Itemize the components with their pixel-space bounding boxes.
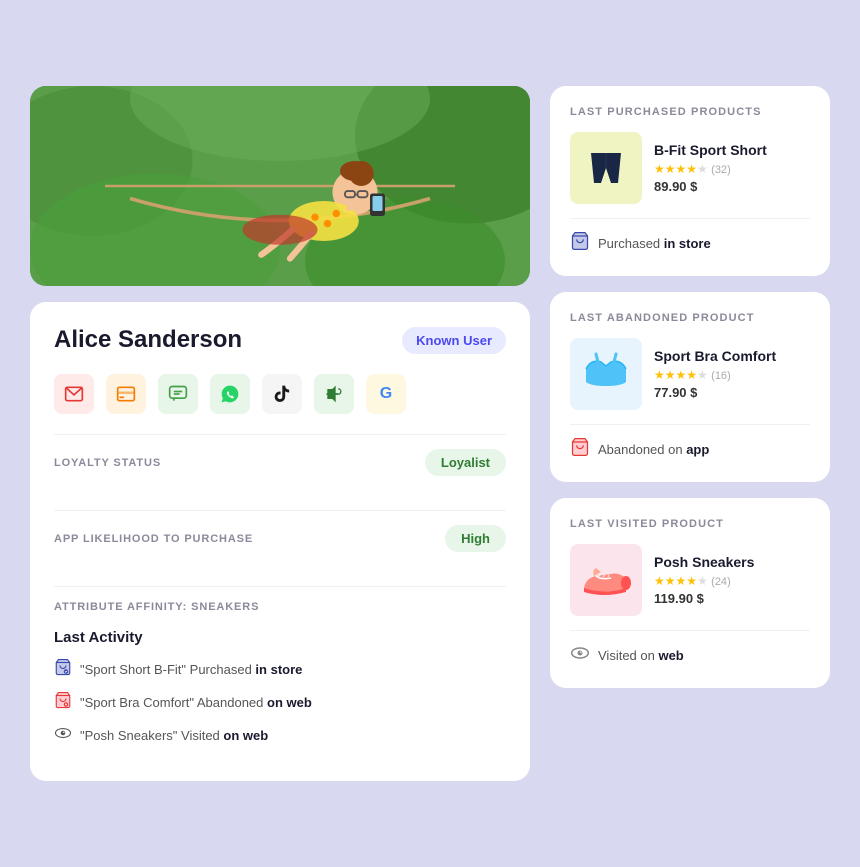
activity-item-1: "Sport Short B-Fit" Purchased in store <box>54 658 506 681</box>
store-icon <box>570 231 590 251</box>
profile-name: Alice Sanderson <box>54 326 242 354</box>
bra-svg <box>576 344 636 404</box>
visited-stars: ★★★★★ (24) <box>654 574 810 588</box>
purchased-product-info: B-Fit Sport Short ★★★★★ (32) 89.90 $ <box>654 142 810 194</box>
visit-action-icon <box>570 643 590 668</box>
shorts-svg <box>576 138 636 198</box>
abandoned-stars: ★★★★★ (16) <box>654 368 810 382</box>
loyalty-label: LOYALTY STATUS <box>54 457 161 469</box>
channel-tiktok[interactable] <box>262 374 302 414</box>
abandoned-product-name: Sport Bra Comfort <box>654 348 810 364</box>
activity-icon-1 <box>54 658 72 681</box>
channel-card[interactable] <box>106 374 146 414</box>
whatsapp-icon <box>220 384 240 404</box>
eye-visit-icon <box>54 724 72 742</box>
purchased-product-row: B-Fit Sport Short ★★★★★ (32) 89.90 $ <box>570 132 810 204</box>
affinity-section: ATTRIBUTE AFFINITY: SNEAKERS Last Activi… <box>54 586 506 757</box>
last-abandoned-card: LAST ABANDONED PRODUCT Sport Bra <box>550 292 830 482</box>
channel-email[interactable] <box>54 374 94 414</box>
profile-card: Alice Sanderson Known User <box>30 302 530 781</box>
visited-product-info: Posh Sneakers ★★★★★ (24) 119.90 $ <box>654 554 810 606</box>
hero-scene-svg <box>30 86 530 286</box>
hero-image <box>30 86 530 286</box>
chat-icon <box>168 384 188 404</box>
purchased-product-name: B-Fit Sport Short <box>654 142 810 158</box>
abandoned-action-text: Abandoned on app <box>598 442 709 457</box>
activity-text-2: "Sport Bra Comfort" Abandoned on web <box>80 695 312 710</box>
purchased-review-count: (32) <box>711 164 731 176</box>
store-action-icon <box>570 231 590 256</box>
visited-product-thumb <box>570 544 642 616</box>
eye-icon-visited <box>570 643 590 663</box>
visited-product-row: Posh Sneakers ★★★★★ (24) 119.90 $ <box>570 544 810 616</box>
channels-row: G <box>54 374 506 414</box>
likelihood-badge: High <box>445 525 506 552</box>
visited-action-text: Visited on web <box>598 648 684 663</box>
sneakers-svg <box>576 550 636 610</box>
activity-icon-3 <box>54 724 72 747</box>
abandon-icon <box>54 691 72 709</box>
abandoned-product-thumb <box>570 338 642 410</box>
visited-price: 119.90 $ <box>654 591 810 606</box>
email-icon <box>64 384 84 404</box>
channel-announce[interactable] <box>314 374 354 414</box>
purchased-action: Purchased in store <box>570 218 810 256</box>
abandoned-price: 77.90 $ <box>654 385 810 400</box>
tiktok-icon <box>272 384 292 404</box>
activity-item-2: "Sport Bra Comfort" Abandoned on web <box>54 691 506 714</box>
purchased-action-text: Purchased in store <box>598 236 711 251</box>
abandon-action-icon <box>570 437 590 462</box>
activity-text-1: "Sport Short B-Fit" Purchased in store <box>80 662 302 677</box>
activity-icon-2 <box>54 691 72 714</box>
purchased-stars: ★★★★★ (32) <box>654 162 810 176</box>
last-visited-title: LAST VISITED PRODUCT <box>570 518 810 530</box>
google-letter: G <box>380 385 392 403</box>
abandon-action-svg <box>570 437 590 457</box>
abandoned-product-info: Sport Bra Comfort ★★★★★ (16) 77.90 $ <box>654 348 810 400</box>
card-icon <box>116 384 136 404</box>
last-purchased-title: LAST PURCHASED PRODUCTS <box>570 106 810 118</box>
visited-product-name: Posh Sneakers <box>654 554 810 570</box>
last-abandoned-title: LAST ABANDONED PRODUCT <box>570 312 810 324</box>
channel-google[interactable]: G <box>366 374 406 414</box>
main-container: Alice Sanderson Known User <box>30 86 830 781</box>
loyalty-badge: Loyalist <box>425 449 506 476</box>
activity-section: Last Activity <box>54 629 506 747</box>
activity-title: Last Activity <box>54 629 506 646</box>
activity-text-3: "Posh Sneakers" Visited on web <box>80 728 268 743</box>
loyalty-row: LOYALTY STATUS Loyalist <box>54 434 506 490</box>
right-column: LAST PURCHASED PRODUCTS B-Fit Sport Shor… <box>550 86 830 781</box>
abandoned-review-count: (16) <box>711 370 731 382</box>
affinity-label: ATTRIBUTE AFFINITY: SNEAKERS <box>54 601 506 613</box>
last-purchased-card: LAST PURCHASED PRODUCTS B-Fit Sport Shor… <box>550 86 830 276</box>
abandoned-product-row: Sport Bra Comfort ★★★★★ (16) 77.90 $ <box>570 338 810 410</box>
visited-review-count: (24) <box>711 576 731 588</box>
last-visited-card: LAST VISITED PRODUCT <box>550 498 830 688</box>
announce-icon <box>324 384 344 404</box>
purchased-price: 89.90 $ <box>654 179 810 194</box>
left-column: Alice Sanderson Known User <box>30 86 530 781</box>
channel-whatsapp[interactable] <box>210 374 250 414</box>
store-bag-icon <box>54 658 72 676</box>
abandoned-action: Abandoned on app <box>570 424 810 462</box>
likelihood-label: APP LIKELIHOOD TO PURCHASE <box>54 533 253 545</box>
likelihood-row: APP LIKELIHOOD TO PURCHASE High <box>54 510 506 566</box>
channel-chat[interactable] <box>158 374 198 414</box>
purchased-product-thumb <box>570 132 642 204</box>
profile-header: Alice Sanderson Known User <box>54 326 506 354</box>
known-user-badge: Known User <box>402 327 506 354</box>
activity-item-3: "Posh Sneakers" Visited on web <box>54 724 506 747</box>
visited-action: Visited on web <box>570 630 810 668</box>
